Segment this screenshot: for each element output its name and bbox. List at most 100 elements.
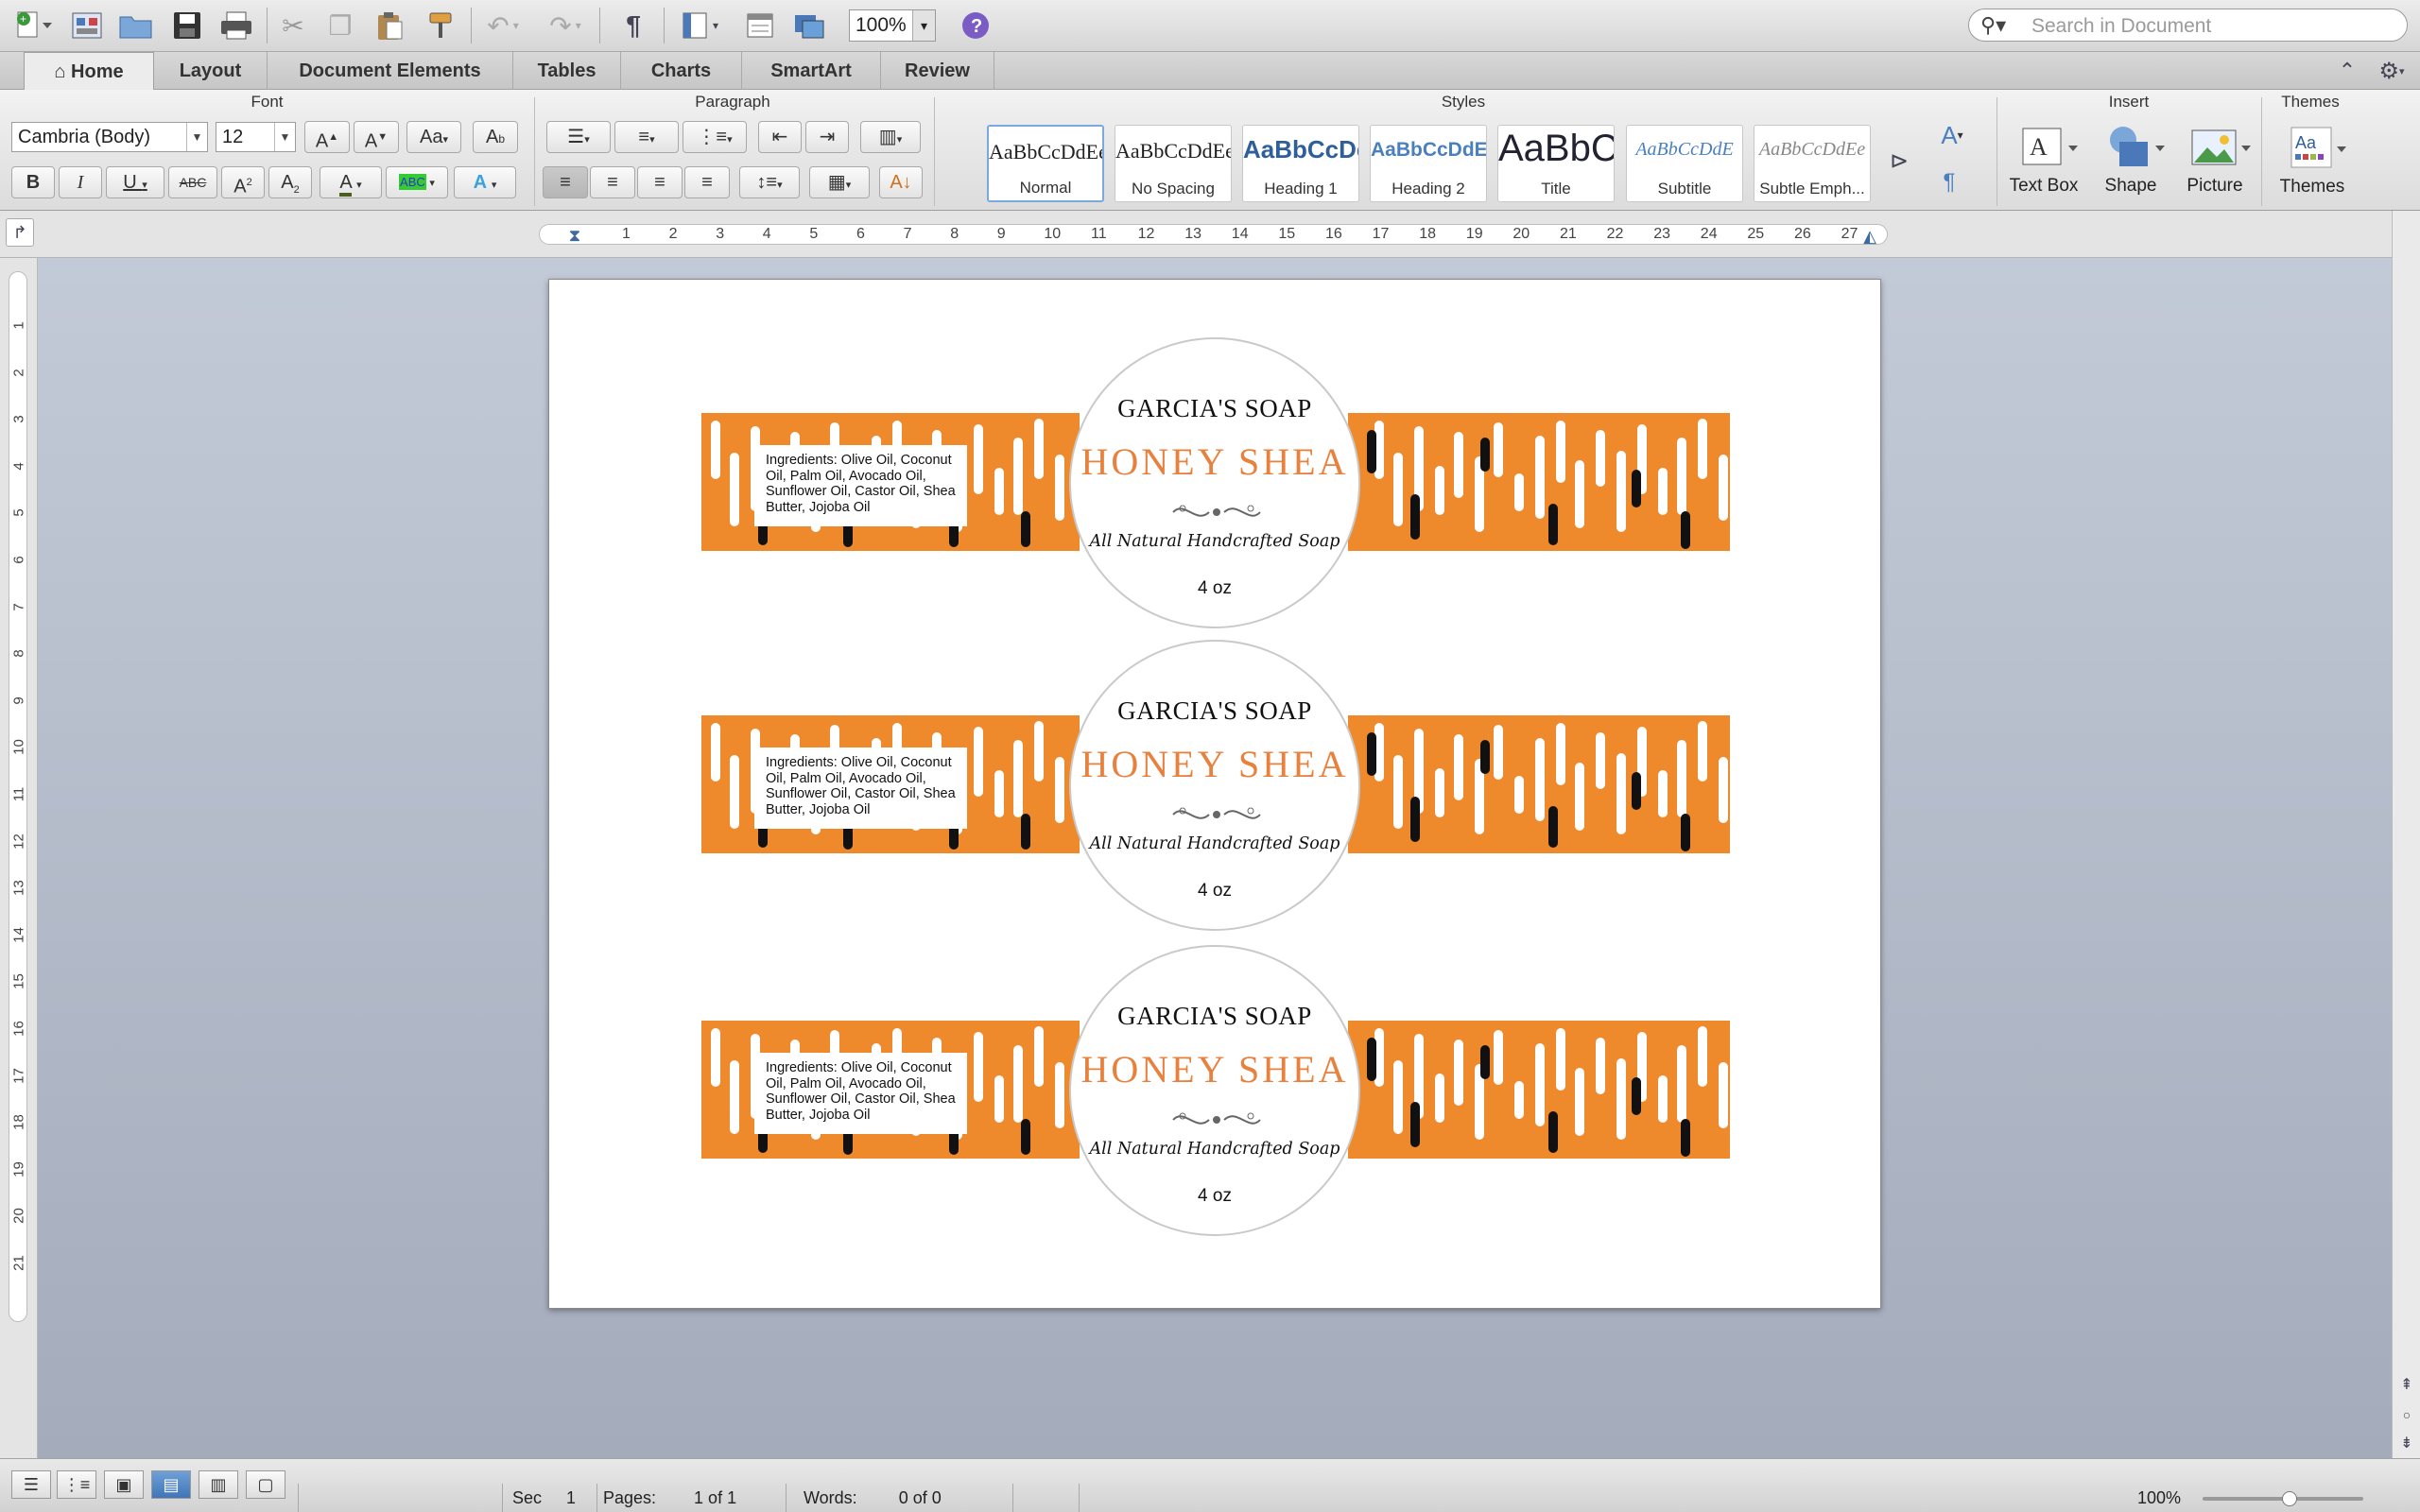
vertical-ruler[interactable]: 1 2 3 4 5 6 7 8 9 10 11 12 13 14 15 16 17 18 19 20 21 (0, 258, 38, 1458)
tab-tables[interactable]: Tables (513, 52, 621, 90)
picture-button[interactable]: Picture (2170, 123, 2259, 197)
text-styles-icon[interactable]: A ▾ (1928, 118, 1976, 152)
section-indicator[interactable]: Sec 1 (502, 1484, 596, 1512)
multilevel-list-button[interactable]: ⋮≡▾ (683, 121, 747, 153)
indent-marker-icon[interactable]: ⧗ (563, 218, 586, 252)
open-icon[interactable] (115, 6, 157, 45)
horizontal-ruler[interactable]: ↱ 1 2 3 4 5 6 7 8 9 10 11 12 13 14 15 16 17 18 19 20 21 22 23 2… (0, 211, 2420, 258)
numbering-button[interactable]: ≡▾ (614, 121, 679, 153)
right-indent-marker-icon[interactable]: ◭ (1858, 224, 1881, 249)
align-right-button[interactable]: ≡ (637, 166, 683, 198)
text-box-button[interactable]: A Text Box (1998, 123, 2089, 197)
search-field[interactable]: ⚲▾ Search in Document (1968, 9, 2408, 42)
line-spacing-button[interactable]: ↕≡▾ (739, 166, 800, 198)
themes-button[interactable]: Aa Themes (2265, 124, 2360, 198)
style-normal[interactable]: AaBbCcDdEe Normal (987, 125, 1104, 202)
word-count[interactable]: Words: 0 of 0 (786, 1484, 1012, 1512)
templates-icon[interactable] (66, 6, 108, 45)
font-size-select[interactable]: 12 ▼ (216, 122, 296, 152)
justify-button[interactable]: ≡ (684, 166, 730, 198)
vertical-scrollbar[interactable]: ⇞ ○ ⇟ (2392, 211, 2420, 1458)
styles-pane-icon[interactable]: ¶ (1932, 165, 1966, 199)
clear-formatting-button[interactable]: Ab (473, 121, 518, 153)
tab-selector-icon[interactable]: ↱ (6, 218, 34, 247)
previous-page-icon[interactable]: ⇞ (2394, 1373, 2419, 1396)
media-browser-icon[interactable] (788, 6, 830, 45)
style-subtle-emphasis[interactable]: AaBbCcDdEe Subtle Emph... (1754, 125, 1871, 202)
align-center-button[interactable]: ≡ (590, 166, 635, 198)
gear-icon[interactable]: ⚙ ▾ (2371, 52, 2412, 90)
zoom-select[interactable]: 100% ▾ (849, 9, 936, 42)
toolbox-icon[interactable] (739, 6, 781, 45)
text-effects-button[interactable]: A ▾ (454, 166, 516, 198)
font-name-select[interactable]: Cambria (Body) ▼ (11, 122, 208, 152)
themes-group-label: Themes (2281, 93, 2340, 111)
bold-button[interactable]: B (11, 166, 55, 198)
tab-charts[interactable]: Charts (621, 52, 742, 90)
strikethrough-button[interactable]: ABC (168, 166, 217, 198)
paste-icon[interactable] (369, 6, 410, 45)
help-icon[interactable]: ? (959, 6, 993, 45)
tab-review[interactable]: Review (881, 52, 994, 90)
style-heading-2[interactable]: AaBbCcDdEe Heading 2 (1370, 125, 1487, 202)
sort-button[interactable]: A↓ (879, 166, 923, 198)
ruler-tick-label: 16 (1325, 226, 1342, 242)
brand-name: GARCIA'S SOAP (1117, 1002, 1312, 1030)
print-icon[interactable] (214, 6, 259, 45)
ruler-tick-label: 18 (10, 1114, 27, 1131)
highlight-button[interactable]: ABC ▾ (386, 166, 448, 198)
tab-smartart[interactable]: SmartArt (742, 52, 881, 90)
next-page-icon[interactable]: ⇟ (2394, 1432, 2419, 1454)
focus-view-button[interactable]: ▢ (246, 1470, 285, 1499)
ornament-icon (1172, 1112, 1261, 1125)
notebook-view-button[interactable]: ▥ (199, 1470, 238, 1499)
tab-home[interactable]: ⌂ Home (24, 52, 154, 91)
pilcrow-icon[interactable]: ¶ (614, 6, 652, 45)
zoom-slider[interactable] (2203, 1491, 2363, 1506)
save-icon[interactable] (166, 6, 208, 45)
style-heading-1[interactable]: AaBbCcDe Heading 1 (1242, 125, 1359, 202)
shape-button[interactable]: Shape (2089, 123, 2172, 197)
print-layout-view-button[interactable]: ▤ (151, 1470, 191, 1499)
search-icon[interactable]: ⚲▾ (1980, 13, 2006, 38)
page-count[interactable]: Pages: 1 of 1 (596, 1484, 786, 1512)
style-no-spacing[interactable]: AaBbCcDdEe No Spacing (1115, 125, 1232, 202)
bullets-button[interactable]: ☰▾ (546, 121, 611, 153)
ruler-tick-label: 11 (10, 786, 27, 802)
style-title[interactable]: AaBbC Title (1497, 125, 1615, 202)
collapse-ribbon-icon[interactable]: ⌃ (2331, 52, 2363, 90)
font-color-button[interactable]: A ▾ (320, 166, 382, 198)
svg-text:+: + (20, 12, 26, 26)
styles-next-icon[interactable]: ⊳ (1883, 145, 1915, 177)
new-icon[interactable]: + (6, 6, 60, 45)
publishing-view-button[interactable]: ▣ (104, 1470, 144, 1499)
draft-view-button[interactable]: ☰ (11, 1470, 51, 1499)
browse-object-icon[interactable]: ○ (2394, 1403, 2419, 1426)
copy-icon[interactable]: ❐ (321, 6, 359, 45)
subscript-button[interactable]: A2 (268, 166, 312, 198)
outline-view-button[interactable]: ⋮≡ (57, 1470, 96, 1499)
underline-button[interactable]: U ▾ (106, 166, 164, 198)
style-subtitle[interactable]: AaBbCcDdE Subtitle (1626, 125, 1743, 202)
change-case-button[interactable]: Aa▾ (406, 121, 461, 153)
redo-icon[interactable]: ↷ ▾ (541, 6, 590, 45)
undo-icon[interactable]: ↶ ▾ (478, 6, 527, 45)
align-left-button[interactable]: ≡ (543, 166, 588, 198)
tab-layout[interactable]: Layout (154, 52, 268, 90)
columns-button[interactable]: ▥▾ (860, 121, 921, 153)
cut-icon[interactable]: ✂ (274, 6, 312, 45)
tab-document-elements[interactable]: Document Elements (268, 52, 513, 90)
ruler-tick-label: 13 (1184, 226, 1201, 242)
label-circle: GARCIA'S SOAP HONEY SHEA All Natural Handc… (1069, 337, 1360, 628)
grow-font-button[interactable]: A▲ (304, 121, 350, 153)
borders-button[interactable]: ▦▾ (809, 166, 870, 198)
superscript-button[interactable]: A2 (221, 166, 265, 198)
insert-group-label: Insert (2108, 93, 2150, 111)
sidebar-icon[interactable]: ▾ (673, 6, 726, 45)
decrease-indent-button[interactable]: ⇤ (758, 121, 802, 153)
zoom-slider-thumb[interactable] (2282, 1491, 2297, 1506)
shrink-font-button[interactable]: A▼ (354, 121, 399, 153)
format-painter-icon[interactable] (420, 6, 461, 45)
increase-indent-button[interactable]: ⇥ (805, 121, 849, 153)
italic-button[interactable]: I (59, 166, 102, 198)
